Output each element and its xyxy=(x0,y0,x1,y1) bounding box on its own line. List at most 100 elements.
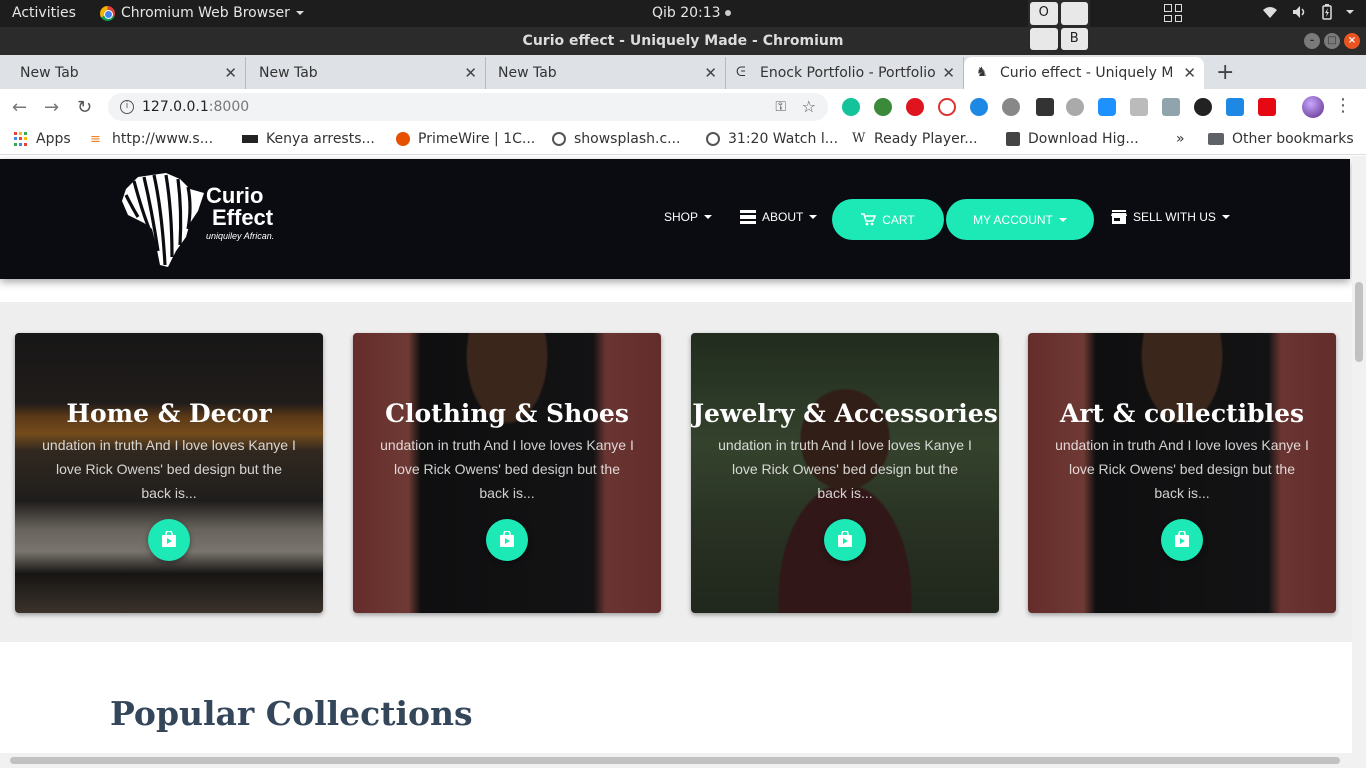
vertical-scrollbar[interactable] xyxy=(1352,156,1366,753)
category-section: Home & Decor undation in truth And I lov… xyxy=(0,302,1352,642)
car-icon xyxy=(1006,132,1020,146)
shop-category-button[interactable] xyxy=(824,519,866,561)
new-tab-plus-icon[interactable]: + xyxy=(1216,60,1234,85)
close-icon[interactable]: × xyxy=(1344,33,1360,49)
shield-extension-icon[interactable] xyxy=(1002,98,1020,116)
on-screen-keyboard[interactable]: O B xyxy=(1028,0,1090,52)
site-navbar: Curio Effect uniquiley African. SHOP ABO… xyxy=(0,159,1350,279)
k-extension-icon[interactable] xyxy=(1194,98,1212,116)
nav-about[interactable]: ABOUT xyxy=(740,210,818,224)
key-icon[interactable]: ⚿ xyxy=(775,93,786,121)
diamond-extension-icon[interactable] xyxy=(1098,98,1116,116)
bookmark-label: http://www.s... xyxy=(112,131,214,147)
adblock-extension-icon[interactable] xyxy=(906,98,924,116)
reload-icon[interactable]: ↻ xyxy=(77,97,92,118)
close-tab-icon[interactable]: ✕ xyxy=(224,64,237,82)
translate-extension-icon[interactable] xyxy=(1130,98,1148,116)
shop-category-button[interactable] xyxy=(486,519,528,561)
bookmark-label: 31:20 Watch l... xyxy=(728,131,839,147)
site-logo[interactable]: Curio Effect uniquiley African. xyxy=(120,171,300,271)
bookmark-item[interactable]: showsplash.c... xyxy=(552,131,681,147)
apps-grid-icon xyxy=(14,132,28,146)
tab-strip: New Tab ✕ New Tab ✕ New Tab ✕ ᕮ Enock Po… xyxy=(0,55,1366,89)
tab-label: Enock Portfolio - Portfolio xyxy=(760,65,936,81)
info-icon[interactable]: i xyxy=(120,100,134,114)
workspace-grid-icon[interactable] xyxy=(1164,4,1182,22)
horizontal-scrollbar[interactable] xyxy=(0,753,1366,768)
system-tray[interactable] xyxy=(1262,4,1354,20)
app-menu[interactable]: Chromium Web Browser xyxy=(100,5,304,21)
clock[interactable]: Qib 20:13 xyxy=(652,5,731,21)
close-tab-icon[interactable]: ✕ xyxy=(464,64,477,82)
close-tab-icon[interactable]: ✕ xyxy=(704,64,717,82)
tab[interactable]: New Tab ✕ xyxy=(246,57,486,89)
store-icon xyxy=(1111,210,1127,224)
more-menu-icon[interactable]: ⋮ xyxy=(1334,95,1352,116)
chromium-icon xyxy=(100,5,115,21)
maximize-icon[interactable]: □ xyxy=(1324,33,1340,49)
category-card[interactable]: Jewelry & Accessories undation in truth … xyxy=(691,333,999,613)
africa-favicon-icon: ♞ xyxy=(976,65,988,80)
activities-button[interactable]: Activities xyxy=(12,5,76,21)
nav-sell-with-us[interactable]: SELL WITH US xyxy=(1111,210,1230,224)
picture-extension-icon[interactable] xyxy=(1226,98,1244,116)
bookmark-item[interactable]: 31:20 Watch l... xyxy=(706,131,838,147)
stackoverflow-icon: ≡ xyxy=(90,132,101,147)
clock-label: Qib 20:13 xyxy=(652,5,721,21)
osk-key[interactable] xyxy=(1030,27,1058,50)
bookmark-item[interactable]: Kenya arrests... xyxy=(242,131,375,147)
tab[interactable]: ᕮ Enock Portfolio - Portfolio ✕ xyxy=(726,57,964,89)
pen-extension-icon[interactable] xyxy=(1036,98,1054,116)
close-tab-icon[interactable]: ✕ xyxy=(1183,64,1196,82)
more-bookmarks-chevron[interactable]: » xyxy=(1176,131,1185,147)
bookmark-item[interactable]: Download Hig... xyxy=(1006,131,1139,147)
my-account-button[interactable]: MY ACCOUNT xyxy=(946,199,1094,240)
nav-shop[interactable]: SHOP xyxy=(664,210,713,224)
osk-key[interactable]: B xyxy=(1060,27,1088,50)
bookmark-item[interactable]: ≡ http://www.s... xyxy=(90,131,213,147)
globe-extension-icon[interactable] xyxy=(874,98,892,116)
bookmark-label: Download Hig... xyxy=(1028,131,1139,147)
scrollbar-thumb[interactable] xyxy=(10,757,1340,764)
address-bar[interactable]: i 127.0.0.1:8000 ⚿ ☆ xyxy=(108,93,828,121)
tab[interactable]: New Tab ✕ xyxy=(486,57,726,89)
download-extension-icon[interactable] xyxy=(1162,98,1180,116)
bookmark-item[interactable]: PrimeWire | 1C... xyxy=(396,131,535,147)
chevron-down-icon xyxy=(1346,10,1354,14)
grammarly-extension-icon[interactable] xyxy=(842,98,860,116)
lastpass-extension-icon[interactable] xyxy=(938,98,956,116)
category-card[interactable]: Home & Decor undation in truth And I lov… xyxy=(15,333,323,613)
extension-badge-icon[interactable] xyxy=(970,98,988,116)
bookmark-item[interactable]: W Ready Player... xyxy=(852,131,978,147)
logo-line-1: Curio xyxy=(206,183,264,208)
bookmark-apps[interactable]: Apps xyxy=(14,131,71,147)
tab[interactable]: New Tab ✕ xyxy=(0,57,246,89)
battery-icon xyxy=(1322,4,1332,20)
netflix-extension-icon[interactable] xyxy=(1258,98,1276,116)
star-icon[interactable]: ☆ xyxy=(802,93,816,121)
scrollbar-thumb[interactable] xyxy=(1355,282,1363,362)
window-title-bar[interactable]: Curio effect - Uniquely Made - Chromium … xyxy=(0,27,1366,55)
osk-key[interactable] xyxy=(1060,2,1088,25)
window-title: Curio effect - Uniquely Made - Chromium xyxy=(522,33,844,49)
category-card[interactable]: Art & collectibles undation in truth And… xyxy=(1028,333,1336,613)
other-bookmarks[interactable]: Other bookmarks xyxy=(1208,131,1354,147)
africa-logo-icon xyxy=(122,173,204,267)
category-card[interactable]: Clothing & Shoes undation in truth And I… xyxy=(353,333,661,613)
category-description: undation in truth And I love loves Kanye… xyxy=(718,437,972,501)
profile-avatar[interactable] xyxy=(1302,96,1324,118)
web-extension-icon[interactable] xyxy=(1066,98,1084,116)
cart-button[interactable]: CART xyxy=(832,199,944,240)
chevron-down-icon xyxy=(809,215,818,219)
chevron-down-icon xyxy=(704,215,713,219)
category-title: Jewelry & Accessories xyxy=(692,399,998,428)
tab-active[interactable]: ♞ Curio effect - Uniquely Made ✕ xyxy=(964,57,1204,89)
back-arrow-icon[interactable]: ← xyxy=(12,97,27,118)
shop-category-button[interactable] xyxy=(1161,519,1203,561)
forward-arrow-icon[interactable]: → xyxy=(44,97,59,118)
osk-key[interactable]: O xyxy=(1030,2,1058,25)
shop-category-button[interactable] xyxy=(148,519,190,561)
shopping-bag-icon xyxy=(500,531,514,547)
close-tab-icon[interactable]: ✕ xyxy=(942,64,955,82)
minimize-icon[interactable]: – xyxy=(1304,33,1320,49)
